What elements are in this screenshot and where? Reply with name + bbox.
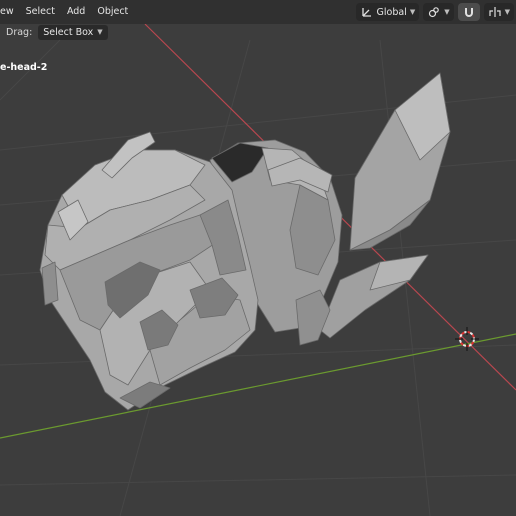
orientation-dropdown[interactable]: Global ▼ bbox=[355, 3, 420, 21]
select-mode-label: Select Box bbox=[43, 26, 94, 38]
header-tools: Global ▼ ▼ ▼ bbox=[355, 3, 516, 21]
chevron-down-icon: ▼ bbox=[97, 28, 103, 36]
snap-toggle[interactable] bbox=[457, 3, 480, 21]
menu-object[interactable]: Object bbox=[91, 0, 134, 24]
menu-add[interactable]: Add bbox=[61, 0, 91, 24]
viewport-header: ew Select Add Object Global ▼ ▼ ▼ bbox=[0, 0, 516, 24]
viewport-scene bbox=[0, 23, 516, 516]
select-mode-dropdown[interactable]: Select Box ▼ bbox=[38, 24, 108, 40]
snap-magnet-icon bbox=[462, 5, 476, 19]
drag-label: Drag: bbox=[6, 26, 33, 38]
tool-settings-bar: Drag: Select Box ▼ bbox=[0, 24, 108, 40]
y-axis-line bbox=[0, 333, 516, 439]
menu-view[interactable]: ew bbox=[0, 0, 20, 24]
3d-viewport[interactable]: e-head-2 bbox=[0, 0, 516, 516]
orientation-label: Global bbox=[376, 6, 407, 18]
mirror-dropdown[interactable]: ▼ bbox=[483, 3, 514, 21]
active-object-name: e-head-2 bbox=[0, 62, 48, 73]
menu-select[interactable]: Select bbox=[20, 0, 61, 24]
mirror-icon bbox=[488, 5, 502, 19]
chevron-down-icon: ▼ bbox=[504, 8, 510, 16]
chevron-down-icon: ▼ bbox=[444, 8, 450, 16]
pivot-link-icon bbox=[427, 5, 441, 19]
orientation-icon bbox=[360, 5, 374, 19]
pivot-point-dropdown[interactable]: ▼ bbox=[423, 3, 454, 21]
chevron-down-icon: ▼ bbox=[409, 8, 416, 16]
